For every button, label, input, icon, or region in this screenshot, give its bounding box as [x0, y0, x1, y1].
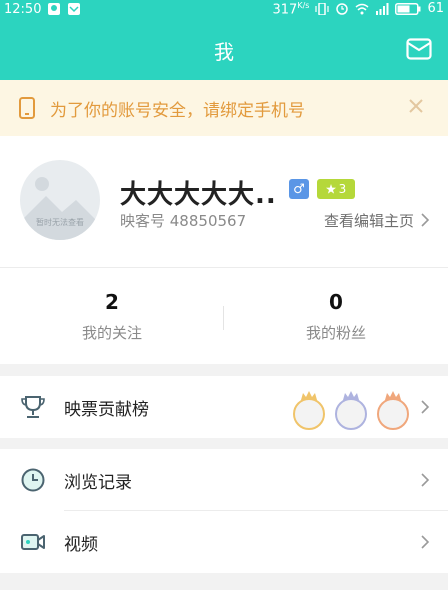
status-bar: 12:50 317K/s 61: [0, 0, 448, 18]
alarm-icon: [336, 3, 349, 15]
username: 大大大大大..: [120, 180, 277, 210]
status-time: 12:50: [4, 1, 42, 17]
browse-history-label: 浏览记录: [64, 473, 132, 493]
avatar[interactable]: 暂时无法查看: [20, 160, 100, 240]
user-id: 映客号 48850567: [120, 212, 247, 230]
following-stat[interactable]: 2 我的关注: [0, 290, 224, 343]
level-value: 3: [338, 182, 347, 196]
close-icon[interactable]: [406, 96, 426, 116]
avatar-caption: 暂时无法查看: [36, 218, 84, 227]
video-label: 视频: [64, 535, 98, 555]
following-count: 2: [105, 290, 119, 314]
male-icon: ♂: [293, 181, 305, 197]
following-label: 我的关注: [81, 324, 142, 342]
fans-label: 我的粉丝: [305, 324, 366, 342]
battery-icon: [395, 2, 421, 15]
image-placeholder-icon: [20, 177, 100, 240]
ranking-row[interactable]: 映票贡献榜: [0, 376, 448, 438]
chevron-right-icon: [421, 473, 430, 487]
mail-icon[interactable]: [406, 38, 432, 60]
profile-card[interactable]: 暂时无法查看 大大大大大.. ♂ 3 映客号 48850567 查看编辑主页: [0, 136, 448, 268]
ranking-label: 映票贡献榜: [64, 400, 149, 420]
signal-icon: [376, 2, 389, 15]
chevron-right-icon: [421, 535, 430, 549]
gender-badge: ♂: [289, 179, 309, 199]
bind-phone-notice[interactable]: 为了你的账号安全，请绑定手机号: [0, 80, 448, 136]
vibrate-icon: [315, 2, 330, 15]
page-title: 我: [214, 40, 234, 64]
level-badge: 3: [317, 179, 355, 199]
message-notification-icon: [68, 3, 81, 15]
stats-panel: 2 我的关注 0 我的粉丝: [0, 268, 448, 364]
clock-icon: [21, 468, 45, 492]
battery-level: 61: [427, 1, 444, 17]
network-speed: 317K/s: [272, 0, 310, 18]
star-icon: [325, 184, 336, 194]
video-camera-icon: [21, 534, 45, 550]
browse-history-row[interactable]: 浏览记录: [0, 449, 448, 511]
wifi-icon: [355, 3, 369, 15]
view-edit-home-link[interactable]: 查看编辑主页: [324, 210, 414, 231]
chevron-right-icon: [421, 400, 430, 414]
phone-icon: [19, 97, 35, 119]
gold-crown-medal-icon: [293, 391, 325, 430]
video-row[interactable]: 视频: [0, 511, 448, 573]
trophy-icon: [21, 396, 45, 418]
qq-notification-icon: [48, 3, 61, 15]
fans-stat[interactable]: 0 我的粉丝: [224, 290, 448, 343]
chevron-right-icon: [421, 213, 430, 227]
bronze-crown-medal-icon: [377, 391, 409, 430]
notice-text: 为了你的账号安全，请绑定手机号: [50, 100, 305, 121]
app-header: 我: [0, 18, 448, 80]
silver-crown-medal-icon: [335, 391, 367, 430]
fans-count: 0: [329, 290, 343, 314]
